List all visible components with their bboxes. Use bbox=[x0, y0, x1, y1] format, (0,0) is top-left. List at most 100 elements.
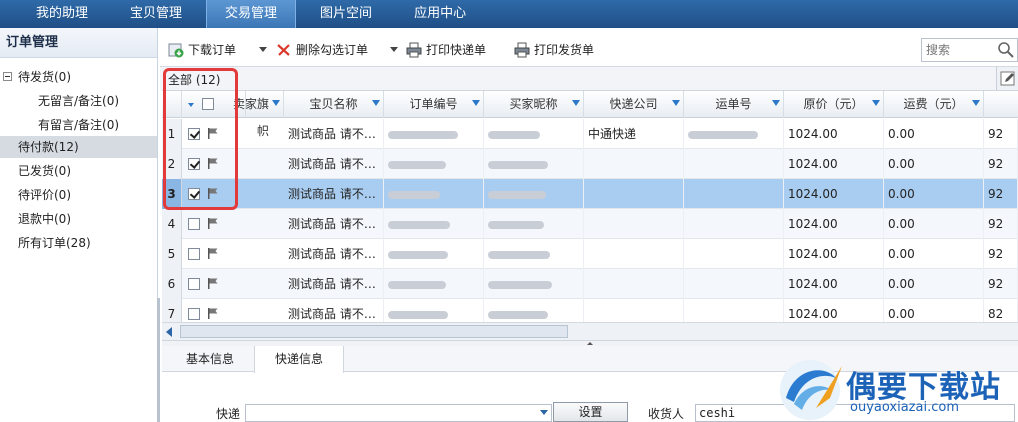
row-checkbox[interactable] bbox=[188, 218, 200, 230]
search-icon[interactable] bbox=[997, 41, 1015, 59]
sidebar-title: 订单管理 bbox=[0, 28, 157, 58]
table-row[interactable]: 5 测试商品 请不… 1024.00 0.00 92 bbox=[162, 239, 1018, 269]
table-row[interactable]: 2 测试商品 请不… 1024.00 0.00 92 bbox=[162, 149, 1018, 179]
delete-dropdown-arrow[interactable] bbox=[390, 47, 398, 52]
download-icon bbox=[168, 43, 184, 58]
header-express-company[interactable]: 快递公司 bbox=[584, 91, 684, 118]
express-select[interactable] bbox=[245, 404, 552, 422]
set-button[interactable]: 设置 bbox=[553, 402, 628, 422]
filter-icon[interactable] bbox=[472, 100, 480, 106]
table-row[interactable]: 4 测试商品 请不… 1024.00 0.00 92 bbox=[162, 209, 1018, 239]
express-company-cell bbox=[584, 209, 684, 239]
sidebar-item-label: 所有订单(28) bbox=[18, 236, 91, 250]
filter-icon[interactable] bbox=[572, 100, 580, 106]
table-row[interactable]: 3 测试商品 请不… 1024.00 0.00 92 bbox=[162, 179, 1018, 209]
header-original-price[interactable]: 原价（元） bbox=[784, 91, 884, 118]
filter-icon[interactable] bbox=[972, 100, 980, 106]
sidebar: 订单管理 待发货(0) 无留言/备注(0) 有留言/备注(0) 待付款(12) … bbox=[0, 28, 160, 422]
filter-icon[interactable] bbox=[772, 100, 780, 106]
scroll-left-icon[interactable] bbox=[166, 327, 172, 337]
tab-basic-info[interactable]: 基本信息 bbox=[166, 346, 254, 372]
tab-app-center[interactable]: 应用中心 bbox=[396, 0, 484, 28]
flag-icon[interactable] bbox=[208, 308, 218, 319]
redacted-text bbox=[488, 190, 546, 199]
order-no-cell bbox=[384, 149, 484, 179]
scrollbar-thumb[interactable] bbox=[180, 325, 568, 338]
tab-trade-management[interactable]: 交易管理 bbox=[206, 0, 297, 28]
sidebar-item-label: 有留言/备注(0) bbox=[38, 118, 120, 132]
horizontal-scrollbar[interactable] bbox=[162, 322, 1018, 340]
flag-icon[interactable] bbox=[208, 278, 218, 289]
collapse-icon[interactable] bbox=[3, 72, 12, 81]
printer-icon bbox=[514, 42, 530, 58]
header-label: 买家昵称 bbox=[509, 97, 558, 111]
header-buyer-nick[interactable]: 买家昵称 bbox=[484, 91, 584, 118]
buyer-nick-cell bbox=[484, 269, 584, 299]
redacted-text bbox=[688, 130, 758, 139]
sidebar-item-refunding[interactable]: 退款中(0) bbox=[0, 208, 157, 230]
download-dropdown-arrow[interactable] bbox=[259, 47, 267, 52]
header-extra bbox=[984, 91, 1018, 118]
header-order-no[interactable]: 订单编号 bbox=[384, 91, 484, 118]
search-input[interactable] bbox=[922, 39, 992, 61]
sidebar-scrollbar[interactable] bbox=[157, 298, 160, 422]
tab-my-assistant[interactable]: 我的助理 bbox=[18, 0, 106, 28]
redacted-text bbox=[488, 130, 540, 139]
filter-icon[interactable] bbox=[372, 100, 380, 106]
waybill-no-cell bbox=[684, 239, 784, 269]
chevron-down-icon[interactable] bbox=[540, 410, 548, 415]
table-row[interactable]: 6 测试商品 请不… 1024.00 0.00 92 bbox=[162, 269, 1018, 299]
sidebar-item-has-note[interactable]: 有留言/备注(0) bbox=[0, 114, 157, 136]
express-label: 快递 bbox=[216, 407, 241, 421]
sidebar-item-pending-review[interactable]: 待评价(0) bbox=[0, 184, 157, 206]
redacted-text bbox=[388, 220, 450, 229]
row-checkbox[interactable] bbox=[188, 308, 200, 320]
grid-filter-bar: 全部 (12) bbox=[160, 66, 1018, 91]
tab-item-management[interactable]: 宝贝管理 bbox=[112, 0, 200, 28]
filter-icon[interactable] bbox=[272, 100, 280, 106]
extra-cell: 92 bbox=[984, 269, 1018, 299]
printer-icon bbox=[406, 42, 422, 58]
filter-icon[interactable] bbox=[872, 100, 880, 106]
tab-express-info[interactable]: 快递信息 bbox=[254, 346, 345, 373]
extra-cell: 92 bbox=[984, 119, 1018, 149]
sidebar-item-pending-payment[interactable]: 待付款(12) bbox=[0, 136, 157, 158]
flag-icon[interactable] bbox=[208, 218, 218, 229]
original-price-cell: 1024.00 bbox=[784, 239, 884, 269]
filter-icon[interactable] bbox=[672, 100, 680, 106]
original-price-cell: 1024.00 bbox=[784, 119, 884, 149]
header-label: 宝贝名称 bbox=[309, 97, 358, 111]
row-number: 4 bbox=[162, 209, 182, 239]
shipping-fee-cell: 0.00 bbox=[884, 239, 984, 269]
item-name-cell: 测试商品 请不… bbox=[284, 239, 384, 269]
table-row[interactable]: 1 测试商品 请不… 中通快递 1024.00 0.00 92 bbox=[162, 119, 1018, 149]
header-label: 运费（元） bbox=[903, 97, 964, 111]
row-checkbox[interactable] bbox=[188, 278, 200, 290]
row-number: 5 bbox=[162, 239, 182, 269]
order-no-cell bbox=[384, 209, 484, 239]
header-item-name[interactable]: 宝贝名称 bbox=[284, 91, 384, 118]
sidebar-item-all-orders[interactable]: 所有订单(28) bbox=[0, 232, 157, 254]
express-company-cell bbox=[584, 179, 684, 209]
download-orders-button[interactable]: 下载订单 bbox=[168, 40, 236, 60]
sidebar-item-pending-ship[interactable]: 待发货(0) bbox=[0, 66, 157, 88]
header-shipping-fee[interactable]: 运费（元） bbox=[884, 91, 984, 118]
header-waybill-no[interactable]: 运单号 bbox=[684, 91, 784, 118]
waybill-no-cell bbox=[684, 209, 784, 239]
extra-cell: 92 bbox=[984, 239, 1018, 269]
redacted-text bbox=[488, 280, 552, 289]
sidebar-item-shipped[interactable]: 已发货(0) bbox=[0, 160, 157, 182]
item-name-cell: 测试商品 请不… bbox=[284, 149, 384, 179]
print-invoice-button[interactable]: 打印发货单 bbox=[514, 40, 594, 60]
sidebar-item-no-note[interactable]: 无留言/备注(0) bbox=[0, 90, 157, 112]
search-box[interactable] bbox=[921, 38, 1018, 62]
watermark-url: ouyaoxiazai.com bbox=[850, 400, 959, 415]
tab-image-space[interactable]: 图片空间 bbox=[302, 0, 390, 28]
delete-checked-button[interactable]: 删除勾选订单 bbox=[276, 40, 368, 60]
original-price-cell: 1024.00 bbox=[784, 209, 884, 239]
edit-columns-button[interactable] bbox=[996, 67, 1018, 91]
row-checkbox[interactable] bbox=[188, 248, 200, 260]
flag-icon[interactable] bbox=[208, 248, 218, 259]
express-company-cell bbox=[584, 239, 684, 269]
print-express-button[interactable]: 打印快递单 bbox=[406, 40, 486, 60]
